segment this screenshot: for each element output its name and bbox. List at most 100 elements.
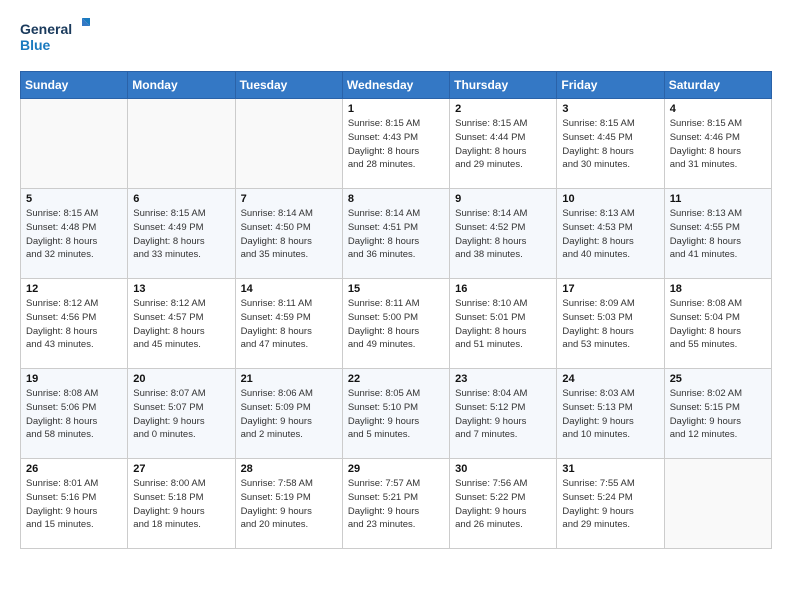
day-cell: 29Sunrise: 7:57 AM Sunset: 5:21 PM Dayli… <box>342 459 449 549</box>
day-number: 13 <box>133 283 229 295</box>
day-cell: 5Sunrise: 8:15 AM Sunset: 4:48 PM Daylig… <box>21 189 128 279</box>
day-info: Sunrise: 8:04 AM Sunset: 5:12 PM Dayligh… <box>455 387 551 442</box>
weekday-header-friday: Friday <box>557 72 664 99</box>
day-cell <box>235 99 342 189</box>
day-number: 20 <box>133 373 229 385</box>
day-info: Sunrise: 8:03 AM Sunset: 5:13 PM Dayligh… <box>562 387 658 442</box>
header: General Blue <box>20 16 772 61</box>
day-info: Sunrise: 8:14 AM Sunset: 4:52 PM Dayligh… <box>455 207 551 262</box>
day-number: 24 <box>562 373 658 385</box>
day-number: 26 <box>26 463 122 475</box>
day-cell: 9 Sunrise: 8:14 AM Sunset: 4:52 PM Daylig… <box>450 189 557 279</box>
day-info: Sunrise: 8:13 AM Sunset: 4:55 PM Dayligh… <box>670 207 766 262</box>
day-number: 11 <box>670 193 766 205</box>
day-number: 21 <box>241 373 337 385</box>
weekday-header-thursday: Thursday <box>450 72 557 99</box>
day-cell: 24 Sunrise: 8:03 AM Sunset: 5:13 PM Dayli… <box>557 369 664 459</box>
day-number: 6 <box>133 193 229 205</box>
day-info: Sunrise: 8:08 AM Sunset: 5:04 PM Dayligh… <box>670 297 766 352</box>
day-info: Sunrise: 8:15 AM Sunset: 4:49 PM Dayligh… <box>133 207 229 262</box>
week-row-5: 26 Sunrise: 8:01 AM Sunset: 5:16 PM Dayli… <box>21 459 772 549</box>
day-cell: 27Sunrise: 8:00 AM Sunset: 5:18 PM Dayli… <box>128 459 235 549</box>
day-number: 4 <box>670 103 766 115</box>
svg-text:General: General <box>20 21 72 37</box>
weekday-header-saturday: Saturday <box>664 72 771 99</box>
logo: General Blue <box>20 16 90 61</box>
day-number: 15 <box>348 283 444 295</box>
week-row-4: 19 Sunrise: 8:08 AM Sunset: 5:06 PM Dayli… <box>21 369 772 459</box>
day-info: Sunrise: 8:09 AM Sunset: 5:03 PM Dayligh… <box>562 297 658 352</box>
weekday-header-row: SundayMondayTuesdayWednesdayThursdayFrid… <box>21 72 772 99</box>
day-number: 31 <box>562 463 658 475</box>
day-cell: 12 Sunrise: 8:12 AM Sunset: 4:56 PM Dayli… <box>21 279 128 369</box>
day-number: 22 <box>348 373 444 385</box>
calendar-table: SundayMondayTuesdayWednesdayThursdayFrid… <box>20 71 772 549</box>
day-info: Sunrise: 8:15 AM Sunset: 4:44 PM Dayligh… <box>455 117 551 172</box>
weekday-header-monday: Monday <box>128 72 235 99</box>
day-number: 10 <box>562 193 658 205</box>
day-number: 25 <box>670 373 766 385</box>
day-number: 18 <box>670 283 766 295</box>
day-info: Sunrise: 8:12 AM Sunset: 4:56 PM Dayligh… <box>26 297 122 352</box>
day-cell <box>664 459 771 549</box>
day-number: 9 <box>455 193 551 205</box>
day-cell: 11 Sunrise: 8:13 AM Sunset: 4:55 PM Dayli… <box>664 189 771 279</box>
day-cell <box>128 99 235 189</box>
day-info: Sunrise: 8:13 AM Sunset: 4:53 PM Dayligh… <box>562 207 658 262</box>
day-number: 12 <box>26 283 122 295</box>
day-cell: 20 Sunrise: 8:07 AM Sunset: 5:07 PM Dayli… <box>128 369 235 459</box>
day-number: 28 <box>241 463 337 475</box>
day-info: Sunrise: 8:07 AM Sunset: 5:07 PM Dayligh… <box>133 387 229 442</box>
calendar-page: General Blue SundayMondayTuesdayWednesda… <box>0 0 792 569</box>
day-cell: 7 Sunrise: 8:14 AM Sunset: 4:50 PM Daylig… <box>235 189 342 279</box>
day-info: Sunrise: 8:14 AM Sunset: 4:51 PM Dayligh… <box>348 207 444 262</box>
day-info: Sunrise: 8:12 AM Sunset: 4:57 PM Dayligh… <box>133 297 229 352</box>
day-number: 8 <box>348 193 444 205</box>
day-number: 17 <box>562 283 658 295</box>
day-info: Sunrise: 8:08 AM Sunset: 5:06 PM Dayligh… <box>26 387 122 442</box>
day-number: 2 <box>455 103 551 115</box>
day-cell: 3Sunrise: 8:15 AM Sunset: 4:45 PM Daylig… <box>557 99 664 189</box>
day-cell: 26 Sunrise: 8:01 AM Sunset: 5:16 PM Dayli… <box>21 459 128 549</box>
day-number: 1 <box>348 103 444 115</box>
day-cell: 25 Sunrise: 8:02 AM Sunset: 5:15 PM Dayli… <box>664 369 771 459</box>
day-cell: 17 Sunrise: 8:09 AM Sunset: 5:03 PM Dayli… <box>557 279 664 369</box>
day-cell: 31Sunrise: 7:55 AM Sunset: 5:24 PM Dayli… <box>557 459 664 549</box>
weekday-header-tuesday: Tuesday <box>235 72 342 99</box>
weekday-header-wednesday: Wednesday <box>342 72 449 99</box>
day-cell: 19 Sunrise: 8:08 AM Sunset: 5:06 PM Dayli… <box>21 369 128 459</box>
day-info: Sunrise: 8:11 AM Sunset: 5:00 PM Dayligh… <box>348 297 444 352</box>
day-cell: 10 Sunrise: 8:13 AM Sunset: 4:53 PM Dayli… <box>557 189 664 279</box>
day-cell: 30Sunrise: 7:56 AM Sunset: 5:22 PM Dayli… <box>450 459 557 549</box>
day-number: 19 <box>26 373 122 385</box>
day-number: 29 <box>348 463 444 475</box>
day-cell: 21 Sunrise: 8:06 AM Sunset: 5:09 PM Dayli… <box>235 369 342 459</box>
day-cell: 15 Sunrise: 8:11 AM Sunset: 5:00 PM Dayli… <box>342 279 449 369</box>
day-cell: 23 Sunrise: 8:04 AM Sunset: 5:12 PM Dayli… <box>450 369 557 459</box>
day-info: Sunrise: 8:01 AM Sunset: 5:16 PM Dayligh… <box>26 477 122 532</box>
day-cell: 4 Sunrise: 8:15 AM Sunset: 4:46 PM Daylig… <box>664 99 771 189</box>
day-info: Sunrise: 8:02 AM Sunset: 5:15 PM Dayligh… <box>670 387 766 442</box>
day-number: 5 <box>26 193 122 205</box>
day-number: 16 <box>455 283 551 295</box>
day-info: Sunrise: 8:14 AM Sunset: 4:50 PM Dayligh… <box>241 207 337 262</box>
day-cell: 22 Sunrise: 8:05 AM Sunset: 5:10 PM Dayli… <box>342 369 449 459</box>
day-info: Sunrise: 8:05 AM Sunset: 5:10 PM Dayligh… <box>348 387 444 442</box>
day-cell: 14Sunrise: 8:11 AM Sunset: 4:59 PM Dayli… <box>235 279 342 369</box>
day-cell: 2 Sunrise: 8:15 AM Sunset: 4:44 PM Daylig… <box>450 99 557 189</box>
day-info: Sunrise: 8:10 AM Sunset: 5:01 PM Dayligh… <box>455 297 551 352</box>
day-info: Sunrise: 7:56 AM Sunset: 5:22 PM Dayligh… <box>455 477 551 532</box>
day-info: Sunrise: 8:15 AM Sunset: 4:45 PM Dayligh… <box>562 117 658 172</box>
day-number: 23 <box>455 373 551 385</box>
day-info: Sunrise: 8:00 AM Sunset: 5:18 PM Dayligh… <box>133 477 229 532</box>
day-info: Sunrise: 8:06 AM Sunset: 5:09 PM Dayligh… <box>241 387 337 442</box>
logo-svg: General Blue <box>20 16 90 61</box>
weekday-header-sunday: Sunday <box>21 72 128 99</box>
day-info: Sunrise: 8:15 AM Sunset: 4:46 PM Dayligh… <box>670 117 766 172</box>
day-cell: 6 Sunrise: 8:15 AM Sunset: 4:49 PM Daylig… <box>128 189 235 279</box>
day-number: 7 <box>241 193 337 205</box>
week-row-1: 1Sunrise: 8:15 AM Sunset: 4:43 PM Daylig… <box>21 99 772 189</box>
day-cell: 18 Sunrise: 8:08 AM Sunset: 5:04 PM Dayli… <box>664 279 771 369</box>
svg-text:Blue: Blue <box>20 37 51 53</box>
day-info: Sunrise: 7:58 AM Sunset: 5:19 PM Dayligh… <box>241 477 337 532</box>
